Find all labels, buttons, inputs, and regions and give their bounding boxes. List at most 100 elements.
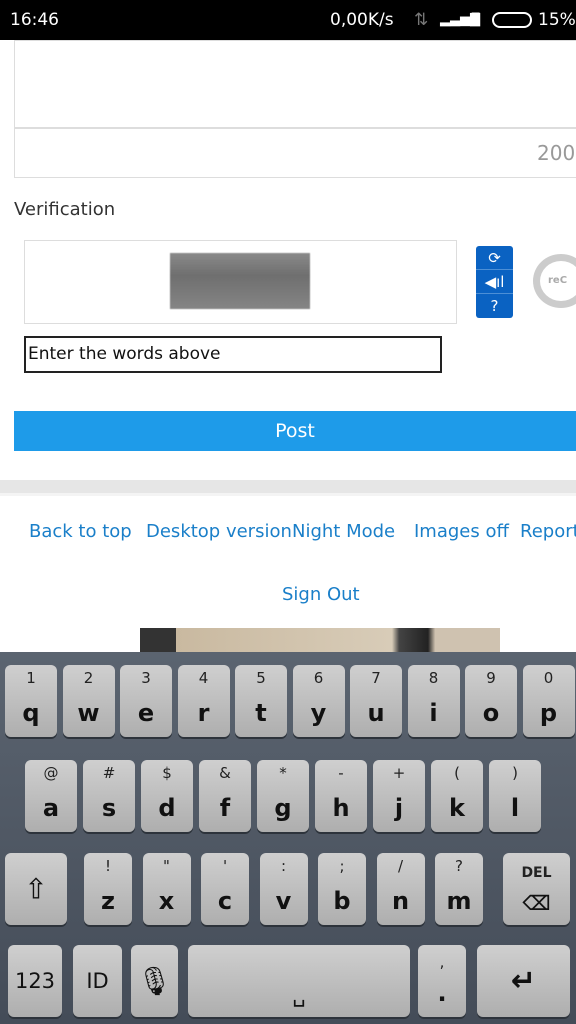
refresh-icon[interactable]: ⟳ [476,246,513,270]
key-secondary: 6 [313,669,324,687]
key-secondary: & [219,764,231,782]
battery-icon [492,12,532,28]
key-label: g [274,794,292,822]
key-secondary: 2 [83,669,94,687]
key-a[interactable]: @ a [25,760,77,832]
mic-key[interactable]: 🎙 [131,945,178,1017]
key-label: t [255,699,267,727]
numbers-key[interactable]: 123 [8,945,62,1017]
key-r[interactable]: 4r [177,665,230,737]
key-label: f [219,794,231,822]
key-u[interactable]: 7u [350,665,402,737]
microphone-icon: 🎙 [136,964,173,998]
key-w[interactable]: 2w [62,665,115,737]
recaptcha-controls: ⟳ ◀ıl ? [476,246,513,318]
key-label: q [22,699,40,727]
key-label: j [394,794,404,822]
images-off-link[interactable]: Images off [414,521,509,542]
key-secondary: + [392,764,406,782]
key-label: k [449,794,465,822]
recaptcha-logo: reC [533,254,576,308]
key-p[interactable]: 0p [522,665,575,737]
key-label: n [391,887,410,915]
enter-icon: ↵ [510,963,537,999]
key-q[interactable]: 1q [5,665,57,737]
audio-icon[interactable]: ◀ıl [476,270,513,294]
help-icon[interactable]: ? [476,294,513,318]
report-link[interactable]: Report [520,521,576,542]
key-secondary: ) [512,764,518,782]
keyboard: ⇧ DEL ⌫ 123 ID 🎙 ␣ ,. ↵ 1q2w3e4r5t6y7u8i9… [0,652,576,1024]
language-key[interactable]: ID [73,945,122,1017]
key-secondary: 8 [428,669,439,687]
key-secondary: : [280,857,287,875]
space-key[interactable]: ␣ [188,945,410,1017]
key-secondary: 3 [141,669,151,687]
key-label: m [446,887,472,915]
key-v[interactable]: :v [259,853,308,925]
clock: 16:46 [10,10,59,30]
key-g[interactable]: * g [257,760,309,832]
network-type: E [470,10,481,30]
post-button[interactable]: Post [14,411,576,451]
key-secondary: 4 [198,669,209,687]
desktop-version-link[interactable]: Desktop version [146,521,292,542]
key-secondary: 7 [371,669,381,687]
key-secondary: / [397,857,404,875]
key-label: v [275,887,292,915]
enter-key[interactable]: ↵ [477,945,570,1017]
key-c[interactable]: ' c [201,853,249,925]
key-z[interactable]: ! z [84,853,132,925]
delete-key[interactable]: DEL ⌫ [503,853,570,925]
key-h[interactable]: -h [315,760,367,832]
key-e[interactable]: 3e [120,665,172,737]
key-secondary: 9 [486,669,496,687]
key-i[interactable]: 8i [407,665,460,737]
key-secondary: 0 [543,669,554,687]
key-t[interactable]: 5t [235,665,287,737]
key-secondary: - [338,764,344,782]
key-d[interactable]: $ d [141,760,193,832]
key-j[interactable]: + j [373,760,425,832]
key-f[interactable]: & f [199,760,251,832]
key-y[interactable]: 6y [292,665,345,737]
back-to-top-link[interactable]: Back to top [29,521,132,542]
key-n[interactable]: / n [376,853,425,925]
key-o[interactable]: 9o [465,665,517,737]
key-label: o [482,699,500,727]
key-secondary: $ [162,764,172,782]
key-label: z [101,887,115,915]
photo [140,628,500,654]
net-speed: 0,00K/s [330,10,394,30]
shift-key[interactable]: ⇧ [5,853,67,925]
key-label: u [367,699,385,727]
key-k[interactable]: (k [431,760,483,832]
key-secondary: ! [104,857,111,875]
key-x[interactable]: " x [142,853,191,925]
key-secondary: # [102,764,116,782]
key-s[interactable]: # s [83,760,135,832]
char-count: 200 [537,141,576,165]
captcha-image [170,253,310,309]
key-m[interactable]: ? m [435,853,483,925]
key-label: x [158,887,175,915]
captcha-input[interactable]: Enter the words above [24,336,442,373]
verification-label: Verification [14,199,116,220]
key-secondary: ? [455,857,463,875]
key-label: l [510,794,520,822]
key-l[interactable]: ) l [489,760,541,832]
backspace-icon: ⌫ [522,891,551,915]
key-label: i [429,699,438,727]
sign-out-link[interactable]: Sign Out [282,584,360,605]
key-label: a [42,794,60,822]
char-counter-box: 200 [14,128,576,178]
key-secondary: 5 [256,669,266,687]
data-activity-icon: ⇅ [414,10,429,30]
key-b[interactable]: ; b [318,853,366,925]
period-key[interactable]: ,. [418,945,466,1017]
key-label: y [310,699,327,727]
comment-textarea[interactable] [14,40,576,128]
key-secondary: ( [454,764,460,782]
night-mode-link[interactable]: Night Mode [292,521,395,542]
key-label: r [197,699,210,727]
